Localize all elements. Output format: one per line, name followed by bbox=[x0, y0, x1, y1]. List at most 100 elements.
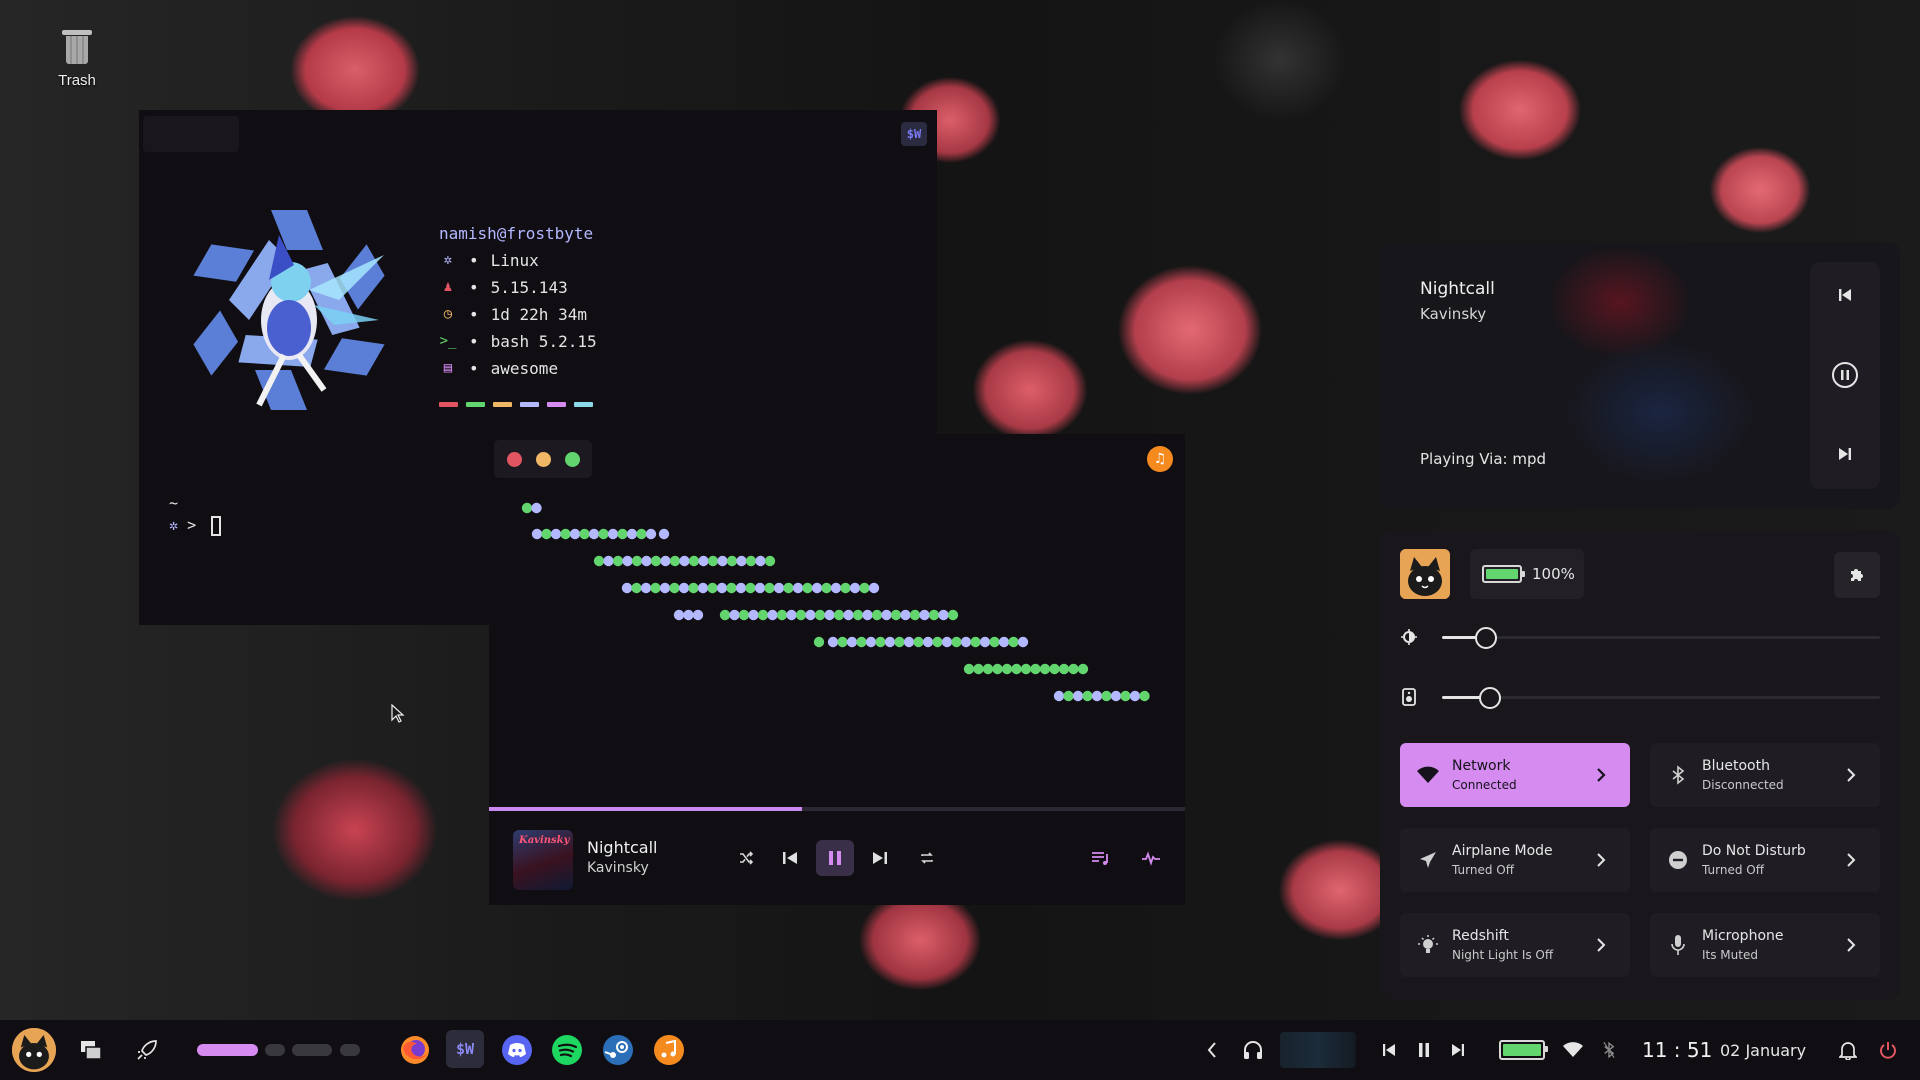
visualizer-dot bbox=[792, 582, 804, 594]
tile-airplane-mode[interactable]: Airplane Mode Turned Off bbox=[1400, 828, 1630, 892]
trash-icon bbox=[62, 28, 92, 64]
visualizer-dot bbox=[621, 582, 633, 594]
repeat-icon bbox=[921, 852, 933, 864]
visualizer-dot bbox=[1020, 663, 1032, 675]
music-app-button[interactable] bbox=[650, 1030, 688, 1070]
media-previous-button[interactable] bbox=[1810, 275, 1880, 315]
visualizer-dot bbox=[531, 502, 542, 514]
brightness-knob[interactable] bbox=[1474, 627, 1497, 649]
volume-knob[interactable] bbox=[1479, 687, 1502, 709]
sw-app-button[interactable]: $W bbox=[446, 1030, 484, 1068]
settings-button[interactable] bbox=[1834, 552, 1880, 598]
taskbar-next-button[interactable] bbox=[1446, 1030, 1470, 1070]
visualizer-dot bbox=[795, 609, 807, 621]
taskbar-date[interactable]: 02 January bbox=[1720, 1041, 1806, 1060]
workspace-2[interactable] bbox=[265, 1044, 285, 1056]
visualizer-dot bbox=[982, 663, 994, 675]
visualizer-dot bbox=[1110, 690, 1122, 702]
tile-bluetooth[interactable]: Bluetooth Disconnected bbox=[1650, 743, 1880, 807]
visualizer-dot bbox=[875, 636, 886, 648]
visualizer-dot bbox=[1053, 690, 1065, 702]
visualizer-dot bbox=[1077, 663, 1089, 675]
taskbar-previous-button[interactable] bbox=[1377, 1030, 1401, 1070]
skip-previous-icon bbox=[1383, 1044, 1395, 1056]
visualizer-dot bbox=[617, 528, 628, 540]
app-launcher-button[interactable] bbox=[132, 1030, 162, 1070]
tile-microphone[interactable]: Microphone Its Muted bbox=[1650, 913, 1880, 977]
tile-redshift[interactable]: Redshift Night Light Is Off bbox=[1400, 913, 1630, 977]
visualizer-dot bbox=[641, 555, 652, 567]
shuffle-button[interactable] bbox=[733, 840, 759, 876]
launcher-avatar-button[interactable] bbox=[12, 1028, 56, 1072]
chevron-right-icon bbox=[1594, 764, 1608, 786]
speaker-icon bbox=[1400, 688, 1418, 706]
minus-circle-icon bbox=[1666, 849, 1690, 871]
sw-icon: $W bbox=[455, 1040, 475, 1058]
visualizer-dot bbox=[1139, 690, 1150, 702]
fetch-row-uptime: ◷ • 1d 22h 34m bbox=[439, 301, 597, 328]
visualizer-dot bbox=[1068, 663, 1079, 675]
pause-button[interactable] bbox=[816, 840, 854, 876]
taskbar-bluetooth[interactable] bbox=[1598, 1030, 1620, 1070]
visualizer-button[interactable] bbox=[1137, 840, 1165, 876]
chevron-left-icon bbox=[1207, 1042, 1216, 1058]
tile-do-not-disturb[interactable]: Do Not Disturb Turned Off bbox=[1650, 828, 1880, 892]
steam-button[interactable] bbox=[599, 1030, 637, 1070]
playback-progress[interactable] bbox=[489, 807, 1185, 811]
taskbar-wifi[interactable] bbox=[1559, 1030, 1587, 1070]
chevron-right-icon bbox=[1844, 849, 1858, 871]
brightness-slider[interactable] bbox=[1400, 622, 1880, 652]
trash-desktop-icon[interactable]: Trash bbox=[50, 28, 104, 89]
visualizer-dot bbox=[884, 636, 896, 648]
fetch-row-os: ✲ • Linux bbox=[439, 247, 597, 274]
visualizer-dot bbox=[1091, 690, 1103, 702]
headphones-button[interactable] bbox=[1236, 1030, 1270, 1070]
previous-track-button[interactable] bbox=[773, 840, 807, 876]
tray-expand-button[interactable] bbox=[1200, 1030, 1224, 1070]
visualizer-dot bbox=[881, 609, 892, 621]
visualizer-dot bbox=[947, 609, 959, 621]
mouse-pointer-icon bbox=[391, 704, 405, 723]
power-button[interactable] bbox=[1876, 1030, 1900, 1070]
discord-button[interactable] bbox=[498, 1030, 536, 1070]
visualizer-dot bbox=[833, 609, 845, 621]
fetch-row-shell: >_ • bash 5.2.15 bbox=[439, 328, 597, 355]
next-track-button[interactable] bbox=[863, 840, 897, 876]
volume-slider[interactable] bbox=[1400, 682, 1880, 712]
visualizer-dot bbox=[757, 609, 769, 621]
visualizer-dot bbox=[678, 582, 690, 594]
media-pause-button[interactable] bbox=[1810, 355, 1880, 395]
tile-network[interactable]: Network Connected bbox=[1400, 743, 1630, 807]
window-switcher-button[interactable] bbox=[76, 1030, 106, 1070]
notifications-button[interactable] bbox=[1836, 1030, 1860, 1070]
taskbar-pause-button[interactable] bbox=[1412, 1030, 1436, 1070]
airplane-icon bbox=[1416, 849, 1440, 871]
music-player-window[interactable]: ♫ Kavinsky Nightcall Kavinsky bbox=[489, 434, 1185, 905]
brightness-track[interactable] bbox=[1442, 627, 1880, 649]
skip-previous-icon bbox=[1839, 289, 1851, 301]
firefox-button[interactable] bbox=[396, 1030, 434, 1070]
minimize-window-button[interactable] bbox=[535, 451, 551, 467]
workspace-3[interactable] bbox=[292, 1044, 332, 1056]
spotify-button[interactable] bbox=[548, 1030, 586, 1070]
palette-swatch bbox=[547, 402, 566, 407]
workspace-4[interactable] bbox=[340, 1044, 360, 1056]
visualizer-dot bbox=[913, 636, 924, 648]
shell-prompt[interactable]: ~ ✲ > bbox=[169, 492, 222, 536]
workspace-1[interactable] bbox=[197, 1044, 258, 1056]
volume-track[interactable] bbox=[1442, 687, 1880, 709]
visualizer-dot bbox=[773, 582, 785, 594]
sw-app-badge: $W bbox=[901, 122, 927, 146]
playlist-button[interactable] bbox=[1087, 840, 1115, 876]
repeat-button[interactable] bbox=[914, 840, 940, 876]
maximize-window-button[interactable] bbox=[564, 451, 580, 467]
close-window-button[interactable] bbox=[506, 451, 522, 467]
bell-icon bbox=[1839, 1042, 1857, 1060]
taskbar-battery[interactable] bbox=[1496, 1030, 1548, 1070]
media-next-button[interactable] bbox=[1810, 434, 1880, 474]
terminal-titlebar-tab[interactable] bbox=[143, 116, 239, 152]
user-avatar[interactable] bbox=[1400, 549, 1450, 599]
battery-icon bbox=[1482, 565, 1525, 583]
taskbar-clock[interactable]: 11 : 51 bbox=[1642, 1038, 1712, 1062]
visualizer-dot bbox=[550, 528, 562, 540]
